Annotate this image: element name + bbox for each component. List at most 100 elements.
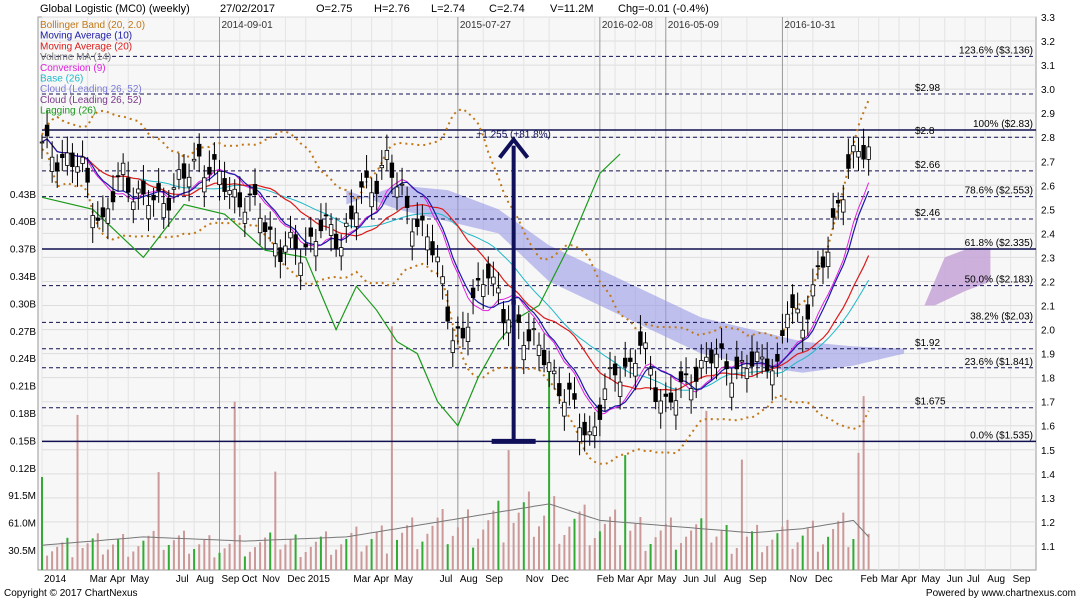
candle-body	[516, 314, 521, 323]
volume-tick-label: 0.21B	[10, 382, 36, 393]
candle-body	[141, 180, 146, 195]
candle-body	[678, 371, 684, 383]
volume-bar	[390, 326, 393, 570]
y-tick-label: 2.6	[1041, 181, 1055, 192]
candle-body	[90, 215, 95, 229]
volume-bar	[436, 517, 439, 570]
volume-bar	[122, 534, 125, 570]
volume-bar	[309, 546, 312, 570]
volume-bar	[81, 548, 84, 570]
y-tick-label: 2.5	[1041, 205, 1055, 216]
candle-body	[420, 215, 425, 221]
candle-body	[673, 400, 679, 416]
volume-bar	[223, 548, 226, 570]
price-chart: 2014-09-01 2015-07-27 2016-02-08 2016-05-09…	[0, 0, 1080, 600]
candle-body	[572, 393, 577, 400]
y-tick-label: 1.6	[1041, 422, 1055, 433]
candle-body	[156, 183, 161, 191]
candle-body	[328, 224, 334, 236]
volume-bar	[406, 525, 409, 570]
volume-bar	[735, 548, 738, 570]
volume-bar	[365, 545, 368, 570]
header-close: C=2.74	[489, 3, 525, 15]
volume-bar	[259, 542, 262, 570]
candle-body	[60, 153, 65, 158]
volume-bar	[609, 516, 611, 570]
volume-bar	[188, 553, 191, 570]
volume-bar	[563, 535, 566, 570]
candle-body	[110, 191, 116, 203]
candle-body	[55, 162, 60, 172]
volume-tick-label: 0.24B	[10, 354, 36, 365]
candle-body	[303, 243, 308, 248]
candle-body	[541, 349, 547, 366]
candle-body	[638, 331, 643, 346]
volume-tick-label: 0.34B	[10, 272, 36, 283]
volume-bar	[690, 530, 693, 570]
candle-body	[744, 368, 750, 379]
candle-body	[435, 256, 440, 263]
arrow-label: +1.255 (+81.8%)	[476, 130, 551, 141]
candle-body	[815, 265, 821, 268]
candle-body	[100, 207, 106, 218]
y-tick-label: 3.1	[1041, 61, 1055, 72]
candle-body	[790, 294, 795, 309]
volume-bar	[482, 529, 485, 570]
candle-body	[191, 158, 197, 162]
price-level-label: $2.8	[915, 126, 935, 137]
volume-tick-label: 0.37B	[10, 245, 36, 256]
volume-bar	[106, 549, 109, 570]
candle-body	[699, 360, 704, 369]
volume-bar	[603, 523, 606, 570]
candle-body	[470, 287, 476, 299]
candle-body	[623, 357, 628, 367]
y-tick-label: 2.7	[1041, 157, 1055, 168]
volume-bar	[183, 530, 185, 570]
volume-bar	[811, 520, 814, 570]
candle-body	[465, 326, 471, 343]
candle-body	[856, 150, 861, 158]
candle-body	[628, 357, 633, 362]
candle-body	[171, 187, 177, 190]
x-tick-label: May	[394, 574, 413, 585]
x-tick-label: 2015	[308, 574, 331, 585]
volume-bar	[629, 530, 632, 570]
volume-bar	[477, 538, 480, 570]
candle-body	[719, 343, 724, 349]
candle-body	[75, 166, 80, 173]
volume-bar	[284, 544, 287, 570]
x-tick-label: Dec	[287, 574, 305, 585]
volume-bar	[598, 531, 601, 571]
volume-bar	[634, 523, 637, 570]
volume-bar	[254, 547, 256, 570]
candle-body	[612, 363, 618, 376]
candle-body	[384, 149, 390, 160]
volume-bar	[680, 543, 682, 570]
volume-bar	[527, 491, 530, 570]
volume-bar	[274, 471, 277, 570]
candle-body	[333, 233, 339, 249]
volume-bar	[319, 536, 322, 570]
x-tick-label: Aug	[724, 574, 742, 585]
price-level-label: $2.98	[915, 83, 940, 94]
candle-body	[633, 362, 638, 377]
legend-entry: Lagging (26)	[40, 106, 96, 117]
candle-body	[364, 170, 369, 178]
candle-body	[450, 340, 455, 353]
candle-body	[344, 222, 349, 227]
y-tick-label: 2.3	[1041, 253, 1055, 264]
volume-bar	[593, 538, 596, 570]
x-tick-label: May	[921, 574, 940, 585]
x-tick-label: Apr	[637, 574, 653, 585]
candle-body	[780, 330, 785, 337]
date-marker-label: 2016-02-08	[602, 20, 654, 31]
y-tick-label: 1.8	[1041, 374, 1055, 385]
volume-bar	[583, 504, 586, 570]
volume-bar	[816, 551, 819, 570]
candle-body	[754, 351, 760, 363]
volume-bar	[446, 544, 449, 570]
volume-bar	[213, 557, 216, 570]
volume-bar	[101, 554, 104, 570]
legend-entry: Bollinger Band (20, 2.0)	[40, 20, 145, 31]
volume-bar	[314, 541, 317, 570]
